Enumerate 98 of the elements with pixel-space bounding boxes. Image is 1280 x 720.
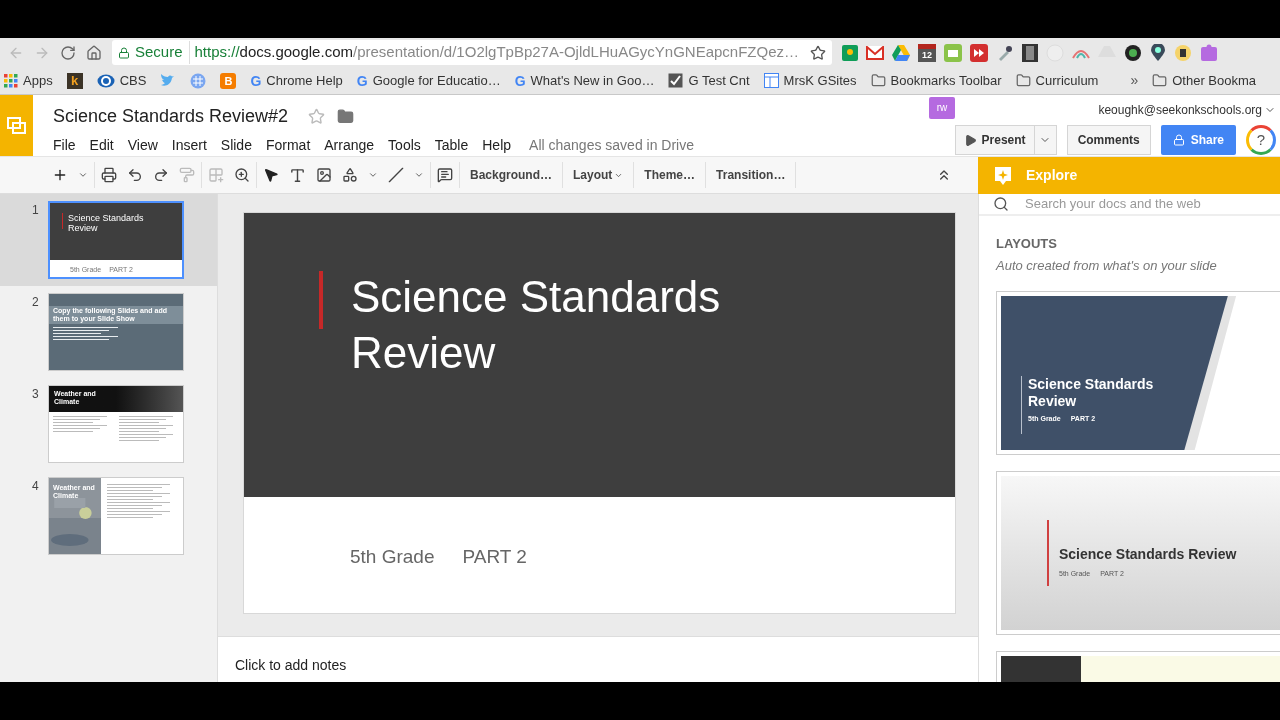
menu-item[interactable]: Table	[434, 135, 469, 156]
save-status: All changes saved in Drive	[528, 136, 695, 155]
toolbar-button[interactable]: Transition…	[716, 166, 786, 184]
layout-title: Science Standards Review	[1028, 375, 1155, 410]
reload-icon[interactable]	[60, 44, 76, 61]
google-logo-icon: G	[250, 73, 262, 88]
slide-subtitle[interactable]: 5th Grade	[350, 543, 435, 572]
menu-item[interactable]: Arrange	[324, 135, 375, 156]
print-icon[interactable]	[101, 167, 117, 183]
toolbar-button[interactable]: Theme…	[644, 166, 696, 184]
menu-item[interactable]: Help	[482, 135, 512, 156]
bookmark-link[interactable]: G Test Cnt	[688, 70, 750, 91]
caret-icon[interactable]	[414, 170, 424, 180]
slide-number: 3	[32, 386, 40, 403]
notes-placeholder: Click to add notes	[235, 657, 347, 673]
menu-item[interactable]: Edit	[89, 135, 114, 156]
redo-icon[interactable]	[153, 167, 169, 183]
url-text: https://docs.google.com/presentation/d/1O2lgTpBp27A-OjldLHuAGycYnGNEapcnFZQez…	[194, 42, 800, 63]
shape-icon[interactable]	[342, 167, 358, 183]
new-slide-icon[interactable]	[52, 167, 68, 183]
dial-icon[interactable]	[1124, 43, 1142, 62]
bookmark-link[interactable]: What's New in Goo…	[530, 70, 655, 91]
bookmark-link[interactable]: Chrome Help	[266, 70, 343, 91]
lock-icon	[118, 46, 130, 59]
section-subtitle: Auto created from what's on your slide	[996, 257, 1218, 275]
bookmark-link[interactable]: CBS	[119, 70, 147, 91]
document-title[interactable]: Science Standards Review#2	[53, 103, 289, 130]
present-button[interactable]: Present	[954, 125, 1035, 155]
globe-icon	[190, 72, 207, 89]
menu-item[interactable]: File	[53, 135, 76, 156]
site-icon	[763, 73, 779, 88]
slide-number: 1	[32, 202, 40, 219]
caret-icon[interactable]	[368, 170, 378, 180]
fast-forward-icon[interactable]	[970, 43, 988, 62]
folder-icon	[870, 73, 886, 88]
bookmark-link[interactable]: Other Bookma	[1172, 70, 1257, 91]
drive-icon[interactable]	[892, 44, 910, 61]
slide-subtitle[interactable]: PART 2	[462, 543, 527, 572]
secure-label: Secure	[135, 41, 190, 64]
thumbnail-title: Science Standards Review	[68, 213, 145, 235]
bird-icon	[160, 73, 177, 88]
calendar-icon[interactable]: 12	[918, 43, 936, 62]
bookmark-link[interactable]: Curriculum	[1035, 70, 1099, 91]
toolbar-button[interactable]: Background…	[470, 166, 552, 184]
play-icon	[963, 133, 977, 147]
line-icon[interactable]	[388, 167, 404, 183]
explore-icon	[994, 165, 1012, 186]
menu-item[interactable]: Insert	[171, 135, 207, 156]
location-pin-icon[interactable]	[1150, 43, 1166, 62]
extension-icon[interactable]	[1174, 43, 1192, 62]
image-icon[interactable]	[316, 167, 332, 183]
bookmark-link[interactable]: Bookmarks Toolbar	[890, 70, 1002, 91]
folder-icon	[1152, 73, 1168, 88]
apps-grid-icon	[4, 73, 18, 88]
notes-area[interactable]: Click to add notes	[218, 636, 978, 682]
caret-icon[interactable]	[78, 170, 88, 180]
address-bar[interactable]: Secure https://docs.google.com/presentation/d/1O2lgTpBp27A-OjldLHuAGycYnGNEapcnFZQez…	[112, 40, 832, 65]
explore-title: Explore	[1026, 166, 1078, 185]
comments-button[interactable]: Comments	[1066, 125, 1151, 155]
eye-logo-icon	[96, 73, 115, 88]
google-logo-icon: G	[514, 73, 526, 88]
lock-icon	[1172, 134, 1185, 146]
bookmark-link[interactable]: Apps	[23, 70, 53, 91]
section-heading: LAYOUTS	[996, 234, 1058, 253]
menu-item[interactable]: Format	[265, 135, 311, 156]
toolbar-button[interactable]: Layout	[573, 166, 624, 184]
mail-icon[interactable]	[866, 45, 884, 60]
zoom-icon[interactable]	[234, 167, 250, 183]
google-logo-icon: G	[356, 73, 368, 88]
undo-icon[interactable]	[127, 167, 143, 183]
slide[interactable]: Science Standards Review 5th Grade PART 2	[243, 212, 956, 614]
layout-card[interactable]	[996, 650, 1280, 682]
bookmark-link[interactable]: MrsK GSites	[783, 70, 857, 91]
menu-item[interactable]: View	[127, 135, 158, 156]
text-box-icon[interactable]	[289, 166, 306, 184]
slide-number: 4	[32, 478, 40, 495]
bookmark-star-icon[interactable]	[810, 44, 826, 61]
star-icon[interactable]	[308, 108, 326, 125]
home-icon[interactable]	[86, 44, 102, 61]
account-email[interactable]: keoughk@seekonkschools.org	[1098, 101, 1262, 119]
checkbox-icon	[668, 73, 684, 88]
menu-item[interactable]: Tools	[388, 135, 421, 156]
search-icon	[993, 195, 1009, 212]
bookmark-link[interactable]: Google for Educatio…	[372, 70, 501, 91]
puzzle-icon[interactable]	[1200, 43, 1218, 62]
more-bookmarks-chevron[interactable]: »	[1130, 70, 1139, 91]
k-logo-icon: k	[66, 72, 83, 89]
film-icon[interactable]	[1022, 43, 1038, 62]
blog-logo-icon: B	[220, 72, 237, 89]
share-button[interactable]: Share	[1160, 125, 1236, 155]
folder-icon[interactable]	[337, 108, 355, 125]
menu-item[interactable]: Slide	[220, 135, 252, 156]
select-icon[interactable]	[263, 167, 279, 183]
slide-number: 2	[32, 294, 40, 311]
comment-icon[interactable]	[437, 167, 453, 183]
layout-title: Science Standards Review	[1059, 544, 1237, 564]
search-placeholder: Search your docs and the web	[1025, 195, 1201, 213]
folder-icon	[1015, 73, 1031, 88]
